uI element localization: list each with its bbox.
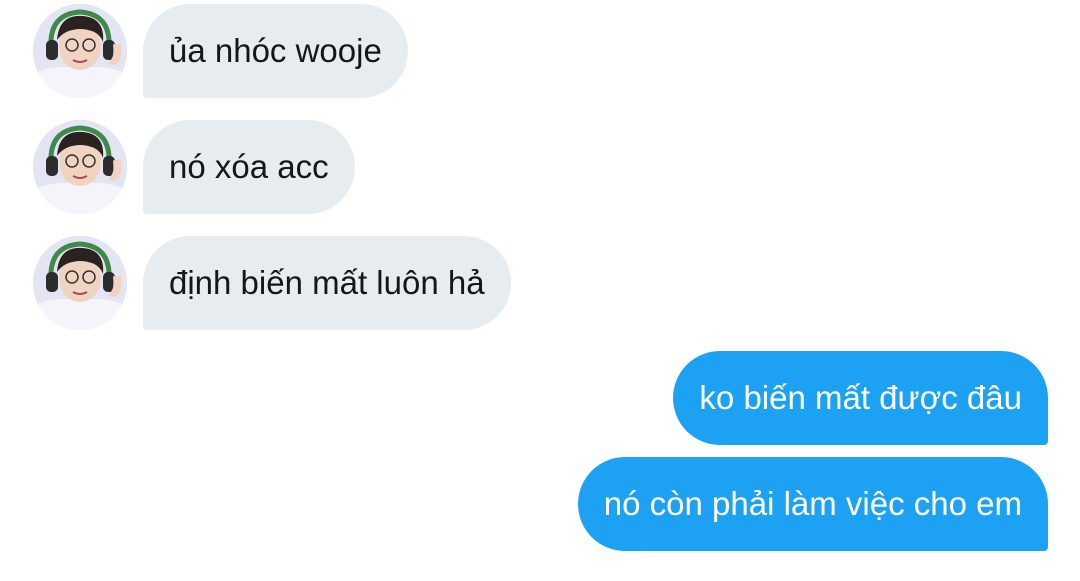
incoming-message-bubble[interactable]: nó xóa acc [143,120,355,214]
person-avatar-icon [33,236,127,330]
message-text: ủa nhóc wooje [169,32,382,69]
outgoing-message-bubble[interactable]: ko biến mất được đâu [673,351,1048,445]
message-text: nó xóa acc [169,148,329,185]
message-text: ko biến mất được đâu [699,379,1022,416]
message-text: nó còn phải làm việc cho em [603,485,1022,522]
person-avatar-icon [33,120,127,214]
message-thread: ủa nhóc wooje nó xóa acc định biến mất l… [0,0,1080,581]
message-text: định biến mất luôn hả [169,264,485,301]
person-avatar-icon [33,4,127,98]
avatar[interactable] [33,236,127,330]
avatar[interactable] [33,4,127,98]
outgoing-message-bubble[interactable]: nó còn phải làm việc cho em [577,457,1048,551]
avatar[interactable] [33,120,127,214]
incoming-message-bubble[interactable]: định biến mất luôn hả [143,236,511,330]
incoming-message-bubble[interactable]: ủa nhóc wooje [143,4,408,98]
